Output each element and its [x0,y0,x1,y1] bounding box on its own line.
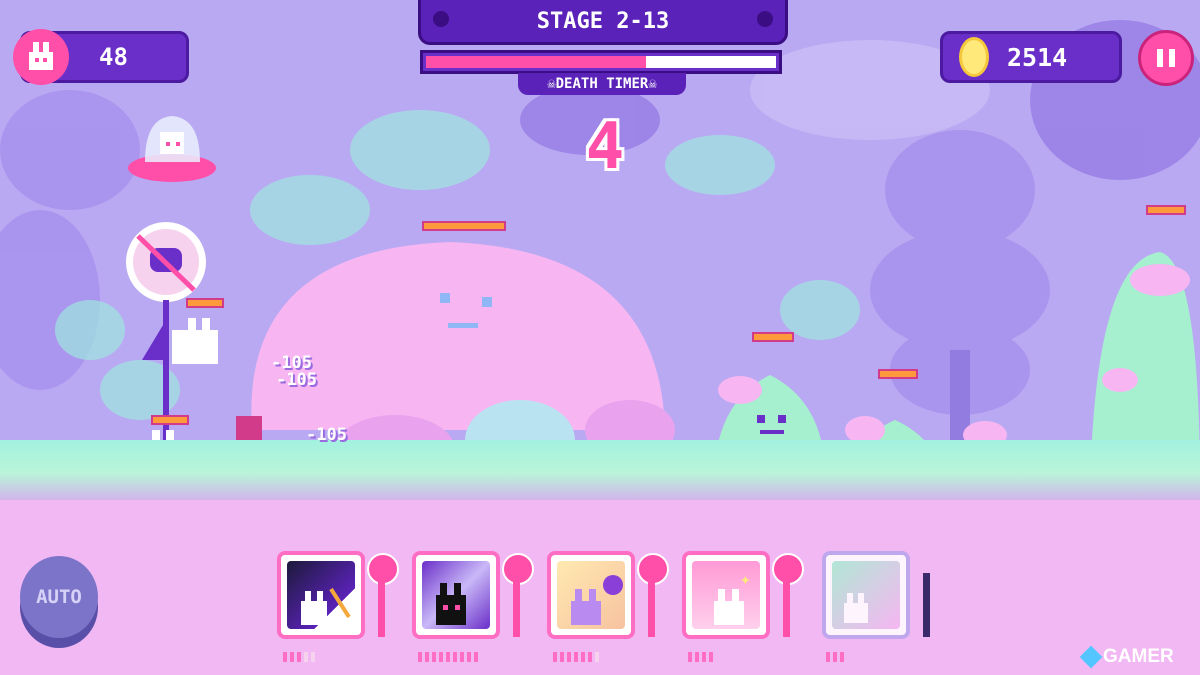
skill-slot-sparkle-bunny[interactable]: ✦ [682,551,770,639]
pip [418,652,422,662]
pip [595,652,599,662]
skill-pips [826,652,844,662]
enemy-hp-bar [878,369,918,379]
coin-icon [959,37,989,77]
pip [709,652,713,662]
skill-lever [772,553,804,643]
pip [425,652,429,662]
boss-hp-bar [422,221,506,231]
damage-number: -105 [276,370,317,390]
pip [297,652,301,662]
pause-icon [1157,49,1163,67]
rivet-icon [757,11,773,27]
pip [840,652,844,662]
pip [688,652,692,662]
skill-lever [637,553,669,643]
damage-number: -105 [306,425,347,445]
bunny-icon [13,29,69,85]
pip [453,652,457,662]
pause-icon-bar [1169,49,1175,67]
gamer-watermark: GAMER [1079,645,1174,669]
shield-bunny-icon [832,561,900,629]
pip [283,652,287,662]
mining-bunny-icon [287,561,355,629]
countdown-number: 4 [585,110,625,184]
enemy-hp-bar [1146,205,1186,215]
pip [702,652,706,662]
pip [567,652,571,662]
sparkle-bunny-icon: ✦ [692,561,760,629]
skill-pips [283,652,315,662]
bunny-count: 48 [99,43,128,71]
bunny-counter: 48 [13,29,189,85]
magic-bunny-icon [557,561,625,629]
pip [311,652,315,662]
pip [467,652,471,662]
pip [304,652,308,662]
skill-lever [502,553,534,643]
coin-count: 2514 [1007,42,1068,72]
skill-slot-mining-bunny[interactable] [277,551,365,639]
pip [574,652,578,662]
pip [474,652,478,662]
pip [833,652,837,662]
pip [581,652,585,662]
skill-slot-magic-bunny[interactable] [547,551,635,639]
skill-slot-shadow-bunny[interactable] [412,551,500,639]
pip [553,652,557,662]
pip [560,652,564,662]
death-timer-fill [426,56,646,68]
skill-lever [367,553,399,643]
skill-slot-shield-bunny[interactable] [822,551,910,639]
bunny-hp-bar [151,415,189,425]
death-timer-bar [420,50,782,74]
skill-lever-empty [912,553,942,643]
pip [588,652,592,662]
pip [826,652,830,662]
stage-banner: STAGE 2-13 [418,0,788,45]
skill-pips [688,652,713,662]
pip [695,652,699,662]
enemy-hp-bar [752,332,794,342]
pip [439,652,443,662]
pip [460,652,464,662]
auto-button[interactable]: AUTO [20,556,98,638]
bunny-hp-bar [186,298,224,308]
pip [446,652,450,662]
rivet-icon [433,11,449,27]
gamer-logo-icon [1079,645,1103,669]
pip [290,652,294,662]
pip [432,652,436,662]
shadow-bunny-icon [422,561,490,629]
death-timer-label: ☠DEATH TIMER☠ [518,73,686,95]
stage-label: STAGE 2-13 [536,8,670,34]
svg-text:✦: ✦ [740,569,751,590]
watermark-text: GAMER [1103,646,1174,667]
skill-pips [553,652,599,662]
pause-button[interactable] [1138,30,1194,86]
coin-counter: 2514 [940,31,1122,83]
skill-pips [418,652,478,662]
